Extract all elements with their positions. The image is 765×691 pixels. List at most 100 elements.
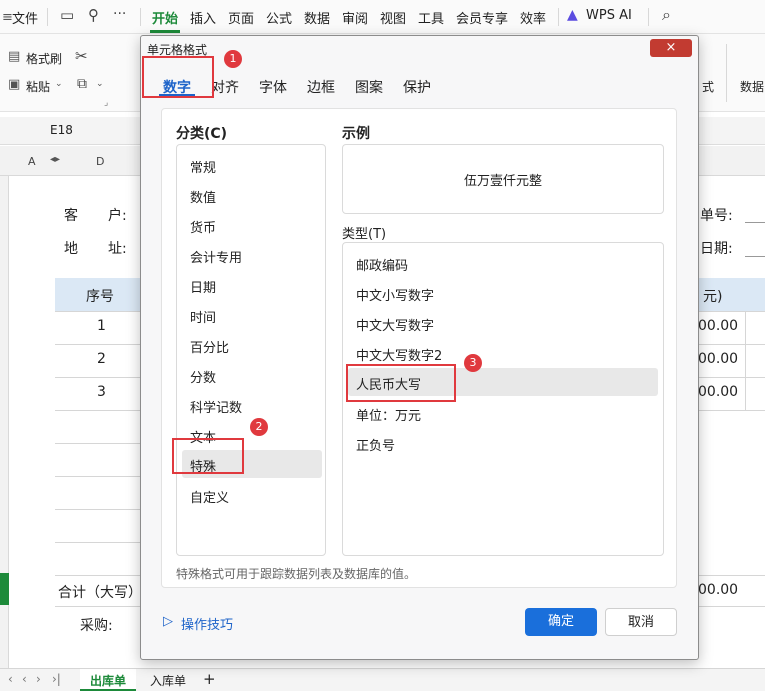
row-line — [55, 509, 141, 510]
list-item-label: 单位：万元 — [356, 409, 422, 424]
tab-pattern[interactable]: 图案 — [355, 77, 383, 97]
column-resize-icon[interactable]: ◂▸ — [50, 154, 60, 165]
menu-tab-member[interactable]: 会员专享 — [456, 8, 508, 27]
list-item[interactable]: 货币 — [177, 210, 325, 240]
date-label: 日期: — [700, 241, 733, 257]
list-item[interactable]: 常规 — [177, 150, 325, 180]
table-row-amount[interactable]: 00.00 — [698, 384, 738, 400]
type-label: 类型(T) — [342, 227, 387, 242]
menu-tab-review[interactable]: 审阅 — [342, 8, 368, 27]
format-painter-button[interactable]: 格式刷 — [26, 50, 62, 67]
tab-protection[interactable]: 保护 — [403, 77, 431, 97]
copy-icon[interactable]: ⧉ — [77, 76, 87, 92]
menu-file[interactable]: 文件 — [12, 8, 38, 27]
row-line — [698, 377, 765, 378]
format-painter-icon: ▤ — [8, 49, 21, 64]
sheet-tab-bar: ‹ ‹ › ›| 出库单 入库单 + — [0, 668, 765, 691]
list-item-label: 常规 — [190, 161, 217, 176]
category-list[interactable]: 常规 数值 货币 会计专用 日期 时间 百分比 分数 科学记数 文本 特殊 自定… — [176, 144, 326, 556]
row-line — [698, 606, 765, 607]
active-tab-underline — [150, 30, 180, 33]
menu-tab-efficiency[interactable]: 效率 — [520, 8, 546, 27]
list-item[interactable]: 自定义 — [177, 480, 325, 510]
menu-tab-view[interactable]: 视图 — [380, 8, 406, 27]
number-tab-panel: 分类(C) 常规 数值 货币 会计专用 日期 时间 百分比 分数 科学记数 文本… — [161, 108, 677, 588]
row-line — [55, 542, 141, 543]
sheet-tab-outbound[interactable]: 出库单 — [90, 672, 126, 689]
search-format-icon[interactable]: ⚲ — [88, 6, 99, 24]
column-header-a[interactable]: A — [28, 155, 36, 168]
list-item[interactable]: 中文小写数字 — [343, 278, 663, 308]
more-icon[interactable]: ··· — [113, 6, 126, 22]
tips-link[interactable]: 操作技巧 — [181, 614, 233, 633]
sample-value: 伍万壹仟元整 — [463, 174, 542, 189]
first-sheet-icon[interactable]: ‹ — [8, 672, 13, 686]
total-amount[interactable]: 00.00 — [698, 582, 738, 598]
date-cell[interactable] — [745, 256, 765, 257]
list-item-label: 百分比 — [190, 341, 230, 356]
annotation-marker: 3 — [464, 354, 482, 372]
chevron-down-icon[interactable]: ⌄ — [96, 79, 104, 89]
address-label: 地 — [64, 241, 78, 257]
menu-tab-formula[interactable]: 公式 — [266, 8, 292, 27]
table-row-amount[interactable]: 00.00 — [698, 351, 738, 367]
paste-button[interactable]: 粘贴 — [26, 78, 50, 95]
table-row-amount[interactable]: 00.00 — [698, 318, 738, 334]
row-line — [698, 575, 765, 576]
list-item[interactable]: 分数 — [177, 360, 325, 390]
dialog-launcher-icon[interactable]: ⌟ — [104, 98, 108, 108]
list-item[interactable]: 正负号 — [343, 428, 663, 458]
row-line — [55, 377, 141, 378]
column-header-d[interactable]: D — [96, 155, 104, 168]
list-item[interactable]: 科学记数 — [177, 390, 325, 420]
table-row-seq[interactable]: 3 — [97, 384, 106, 400]
last-sheet-icon[interactable]: ›| — [52, 672, 61, 686]
ok-button[interactable]: 确定 — [525, 608, 597, 636]
tips-icon[interactable]: ▷ — [163, 614, 173, 629]
cancel-button[interactable]: 取消 — [605, 608, 677, 636]
menu-tab-tools[interactable]: 工具 — [418, 8, 444, 27]
row-line — [698, 311, 765, 312]
annotation-marker: 1 — [224, 50, 242, 68]
list-item[interactable]: 日期 — [177, 270, 325, 300]
row-line — [55, 606, 141, 607]
prev-sheet-icon[interactable]: ‹ — [22, 672, 27, 686]
purchase-label: 采购: — [80, 618, 113, 634]
table-row-seq[interactable]: 1 — [97, 318, 106, 334]
total-label[interactable]: 合计（大写） — [58, 582, 142, 602]
menu-tab-home[interactable]: 开始 — [152, 8, 178, 27]
search-icon[interactable]: ⌕ — [662, 5, 671, 25]
add-sheet-icon[interactable]: + — [203, 670, 216, 688]
sample-preview: 伍万壹仟元整 — [342, 144, 664, 214]
list-item[interactable]: 数值 — [177, 180, 325, 210]
list-item[interactable]: 单位：万元 — [343, 398, 663, 428]
menu-tab-page[interactable]: 页面 — [228, 8, 254, 27]
list-item-label: 自定义 — [190, 491, 230, 506]
wps-ai-button[interactable]: WPS AI — [586, 8, 632, 23]
order-number-cell[interactable] — [745, 222, 765, 223]
tab-font[interactable]: 字体 — [259, 77, 287, 97]
list-item[interactable]: 邮政编码 — [343, 248, 663, 278]
close-button[interactable]: × — [650, 39, 692, 57]
list-item[interactable]: 时间 — [177, 300, 325, 330]
save-icon[interactable]: ▭ — [60, 6, 74, 24]
chevron-down-icon[interactable]: ⌄ — [55, 79, 63, 89]
menu-tab-data[interactable]: 数据 — [304, 8, 330, 27]
ribbon-partial-label: 式 — [702, 80, 715, 94]
row-line — [55, 344, 141, 345]
list-item[interactable]: 百分比 — [177, 330, 325, 360]
customer-label: 客 — [64, 208, 78, 224]
tab-alignment[interactable]: 对齐 — [211, 77, 239, 97]
cut-icon[interactable]: ✂ — [75, 47, 88, 65]
list-item[interactable]: 中文大写数字 — [343, 308, 663, 338]
menu-tab-insert[interactable]: 插入 — [190, 8, 216, 27]
name-box[interactable]: E18 — [50, 123, 73, 137]
list-item[interactable]: 会计专用 — [177, 240, 325, 270]
list-item-label: 会计专用 — [190, 251, 243, 266]
sheet-tab-inbound[interactable]: 入库单 — [150, 672, 186, 689]
wps-ai-logo-icon: ▲ — [567, 7, 578, 23]
tab-border[interactable]: 边框 — [307, 77, 335, 97]
table-row-seq[interactable]: 2 — [97, 351, 106, 367]
next-sheet-icon[interactable]: › — [36, 672, 41, 686]
ribbon-data-label[interactable]: 数据 — [740, 78, 764, 95]
